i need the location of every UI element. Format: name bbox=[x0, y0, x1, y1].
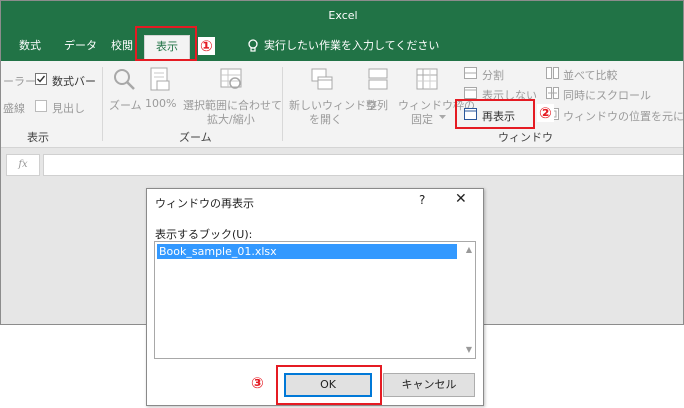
ruler-label[interactable]: ーラー bbox=[3, 73, 36, 89]
hide-window-icon bbox=[464, 87, 477, 99]
callout-box-2 bbox=[455, 99, 535, 129]
arrange-all-icon[interactable] bbox=[367, 67, 389, 93]
ribbon-separator bbox=[102, 67, 103, 141]
group-label-window: ウィンドウ bbox=[498, 131, 553, 144]
help-icon[interactable]: ? bbox=[419, 193, 425, 207]
split-icon bbox=[464, 67, 477, 79]
callout-number-3: ③ bbox=[249, 374, 266, 392]
formula-bar-label: 数式バー bbox=[52, 75, 96, 88]
headings-checkbox[interactable] bbox=[35, 100, 47, 112]
close-icon[interactable]: ✕ bbox=[455, 191, 467, 207]
side-by-side-icon bbox=[546, 67, 559, 79]
callout-box-3 bbox=[276, 365, 382, 405]
book-list[interactable]: Book_sample_01.xlsx ▲ ▼ bbox=[154, 241, 476, 359]
freeze-panes-label-2: 固定 bbox=[411, 113, 433, 126]
arrange-label[interactable]: 整列 bbox=[366, 97, 388, 113]
formula-bar-checkbox[interactable] bbox=[35, 73, 47, 85]
ribbon-separator bbox=[282, 67, 283, 141]
tab-review[interactable]: 校閲 bbox=[107, 35, 137, 61]
cancel-button[interactable]: キャンセル bbox=[383, 373, 475, 397]
callout-number-2: ② bbox=[537, 104, 554, 122]
sync-scroll-icon bbox=[546, 87, 559, 99]
callout-number-1: ① bbox=[198, 37, 215, 55]
zoom-100-label[interactable]: 100% bbox=[145, 97, 176, 110]
zoom-to-selection-icon[interactable] bbox=[219, 67, 245, 93]
tab-formulas[interactable]: 数式 bbox=[15, 35, 45, 61]
callout-box-1 bbox=[135, 26, 197, 61]
ribbon: ーラー 数式バー 盛線 見出し 表示 ズーム 100% 選択範囲に合わせて 拡大… bbox=[1, 61, 683, 148]
zoom-100-icon[interactable] bbox=[149, 67, 171, 93]
gridlines-label[interactable]: 盛線 bbox=[3, 100, 25, 116]
new-window-icon[interactable] bbox=[310, 67, 334, 93]
title-bar: Excel 数式 データ 校閲 表示 実行したい作業を入力してください bbox=[1, 1, 683, 61]
tab-data[interactable]: データ bbox=[60, 35, 101, 61]
sync-scroll-label[interactable]: 同時にスクロール bbox=[563, 87, 651, 103]
group-label-zoom: ズーム bbox=[179, 131, 212, 144]
chevron-down-icon bbox=[439, 115, 446, 119]
formula-input[interactable] bbox=[43, 154, 683, 176]
lightbulb-icon bbox=[248, 39, 258, 52]
tell-me-search[interactable]: 実行したい作業を入力してください bbox=[247, 35, 439, 57]
side-by-side-label[interactable]: 並べて比較 bbox=[563, 67, 618, 83]
list-item[interactable]: Book_sample_01.xlsx bbox=[157, 244, 457, 259]
headings-label: 見出し bbox=[52, 102, 85, 115]
zoom-magnifier-icon[interactable] bbox=[112, 67, 136, 91]
split-label[interactable]: 分割 bbox=[482, 67, 504, 83]
scroll-up-icon[interactable]: ▲ bbox=[463, 244, 475, 256]
zoom-label[interactable]: ズーム bbox=[109, 97, 142, 113]
tell-me-text: 実行したい作業を入力してください bbox=[264, 39, 440, 52]
formula-bar: fx bbox=[1, 151, 683, 179]
new-window-label-2: を開く bbox=[309, 113, 342, 126]
reset-window-position-label[interactable]: ウィンドウの位置を元に戻す bbox=[563, 108, 683, 124]
zoom-to-selection-label-2: 拡大/縮小 bbox=[207, 113, 255, 126]
freeze-panes-icon[interactable] bbox=[415, 67, 439, 93]
book-list-label: 表示するブック(U): bbox=[155, 228, 253, 241]
checkmark-icon bbox=[37, 75, 46, 83]
group-label-show: 表示 bbox=[27, 131, 49, 144]
app-title: Excel bbox=[328, 9, 358, 22]
scroll-down-icon[interactable]: ▼ bbox=[463, 344, 475, 356]
dialog-title: ウィンドウの再表示 bbox=[155, 197, 254, 210]
insert-function-button[interactable]: fx bbox=[6, 154, 40, 176]
